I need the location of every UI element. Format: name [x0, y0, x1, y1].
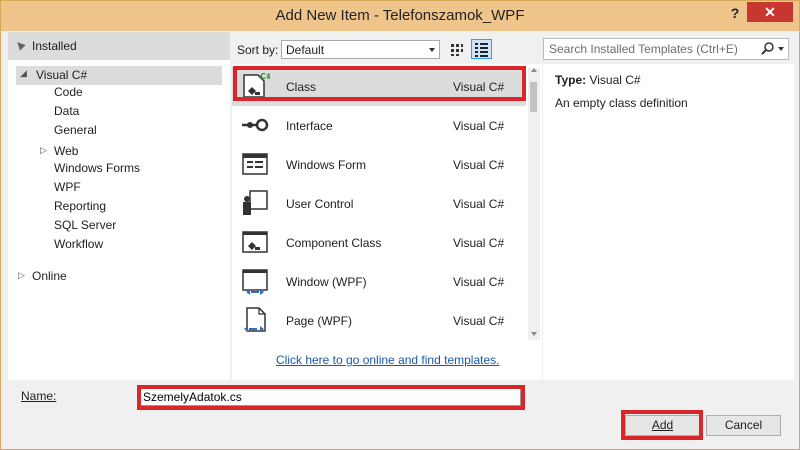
add-new-item-dialog: Add New Item - Telefonszamok_WPF ? ✕ Ins… [0, 0, 800, 450]
template-language: Visual C# [453, 119, 505, 133]
tree-item-data[interactable]: Data [54, 104, 79, 123]
user-control-icon [243, 190, 268, 215]
template-item-interface[interactable]: Interface Visual C# [232, 106, 526, 145]
template-name: Windows Form [286, 158, 367, 172]
name-label: Name: [21, 389, 56, 403]
template-list: C# Class Visual C# Interface Visual C# [232, 64, 542, 380]
template-item-window-wpf[interactable]: Window (WPF) Visual C# [232, 262, 526, 301]
chevron-down-icon [429, 48, 435, 52]
template-item-page-wpf[interactable]: Page (WPF) Visual C# [232, 301, 526, 340]
template-language: Visual C# [453, 197, 505, 211]
online-templates-link[interactable]: Click here to go online and find templat… [276, 353, 499, 367]
template-description-panel: Type: Visual C# An empty class definitio… [543, 64, 794, 380]
description-type: Type: Visual C# [555, 73, 641, 87]
list-view-button[interactable] [471, 39, 492, 59]
tree-item-sql-server[interactable]: SQL Server [54, 218, 116, 237]
sort-toolbar: Sort by: Default [232, 35, 541, 63]
tree-item-reporting[interactable]: Reporting [54, 199, 106, 218]
tree-header-label: Installed [32, 39, 77, 53]
tree-item-windows-forms[interactable]: Windows Forms [54, 161, 140, 180]
small-icons-view-button[interactable] [446, 39, 467, 59]
description-text: An empty class definition [555, 96, 688, 110]
search-icon[interactable] [761, 42, 775, 56]
template-language: Visual C# [453, 275, 505, 289]
windows-form-icon [242, 153, 268, 175]
tree-item-wpf[interactable]: WPF [54, 180, 81, 199]
name-label-text: Name: [21, 389, 57, 403]
template-list-scrollbar[interactable] [528, 68, 540, 340]
sort-value: Default [286, 43, 325, 57]
template-item-user-control[interactable]: User Control Visual C# [232, 184, 526, 223]
expand-arrow-icon: ◢ [20, 68, 27, 78]
collapse-arrow-icon [14, 39, 26, 51]
class-highlight-box [233, 66, 526, 101]
grid-view-icon [451, 44, 463, 56]
search-options-icon[interactable] [778, 47, 784, 51]
template-language: Visual C# [453, 236, 505, 250]
template-name: Window (WPF) [286, 275, 367, 289]
page-wpf-icon [244, 307, 266, 332]
cancel-button[interactable]: Cancel [706, 415, 781, 436]
template-name: User Control [286, 197, 354, 211]
type-label: Type: [555, 73, 587, 87]
tree-item-label: Online [32, 269, 67, 283]
type-value: Visual C# [589, 73, 641, 87]
add-highlight-box [621, 410, 703, 440]
scroll-up-icon[interactable] [531, 68, 537, 72]
tree-item-code[interactable]: Code [54, 85, 83, 104]
template-language: Visual C# [453, 158, 505, 172]
title-bar[interactable]: Add New Item - Telefonszamok_WPF ? ✕ [1, 1, 799, 31]
tree-header-installed[interactable]: Installed [8, 32, 230, 60]
template-name: Component Class [286, 236, 382, 250]
scroll-thumb[interactable] [530, 82, 537, 112]
tree-item-online[interactable]: ▷ Online [8, 264, 230, 286]
tree-item-label: Web [54, 144, 79, 158]
expand-arrow-icon: ▷ [40, 145, 47, 155]
tree-item-general[interactable]: General [54, 123, 97, 142]
close-button[interactable]: ✕ [747, 2, 793, 22]
template-name: Interface [286, 119, 333, 133]
sort-dropdown[interactable]: Default [281, 40, 440, 59]
tree-item-label: Visual C# [36, 68, 88, 82]
interface-icon [242, 118, 269, 132]
template-item-windows-form[interactable]: Windows Form Visual C# [232, 145, 526, 184]
sort-label: Sort by: [237, 43, 279, 57]
template-item-component-class[interactable]: Component Class Visual C# [232, 223, 526, 262]
help-button[interactable]: ? [725, 4, 745, 24]
template-language: Visual C# [453, 314, 505, 328]
component-class-icon [242, 231, 268, 253]
tree-item-visual-csharp[interactable]: ◢ Visual C# [16, 66, 222, 85]
window-wpf-icon [242, 269, 268, 295]
window-title: Add New Item - Telefonszamok_WPF [275, 7, 525, 24]
expand-arrow-icon: ▷ [18, 270, 25, 280]
scroll-down-icon[interactable] [531, 332, 537, 336]
list-view-icon [475, 43, 488, 57]
template-name: Page (WPF) [286, 314, 353, 328]
tree-item-workflow[interactable]: Workflow [54, 237, 103, 256]
name-highlight-box [137, 385, 525, 410]
search-input[interactable]: Search Installed Templates (Ctrl+E) [543, 38, 789, 60]
template-tree-panel: Installed ◢ Visual C# Code Data General … [8, 32, 230, 380]
